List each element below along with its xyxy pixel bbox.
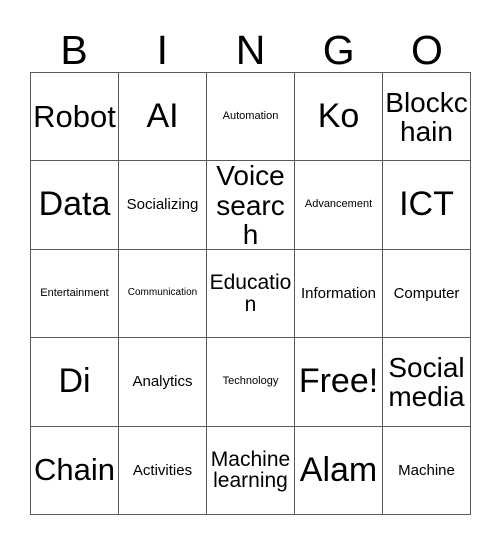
bingo-cell-label: Di — [58, 362, 91, 401]
bingo-cell-label: Activities — [132, 461, 193, 479]
bingo-cell-label: Technology — [222, 375, 279, 388]
bingo-header-letter-n: N — [235, 27, 266, 73]
bingo-cell[interactable]: Alam — [295, 426, 383, 516]
bingo-cell[interactable]: Di — [31, 338, 119, 427]
bingo-header-letter-g: G — [322, 27, 355, 73]
bingo-cell[interactable]: AI — [119, 73, 207, 162]
bingo-cell[interactable]: Entertainment — [31, 249, 119, 339]
bingo-cell[interactable]: Data — [31, 161, 119, 250]
bingo-cell-label: Machine — [398, 461, 455, 479]
bingo-cell-label: Analytics — [132, 373, 193, 391]
bingo-cell-label: Alam — [299, 450, 378, 489]
bingo-cell[interactable]: Ko — [295, 73, 383, 162]
bingo-cell-label: Information — [300, 284, 377, 302]
bingo-cell-label: Chain — [34, 452, 115, 488]
bingo-cell[interactable]: Advancement — [295, 161, 383, 250]
bingo-cell-label: Socializing — [126, 196, 199, 214]
bingo-cell[interactable]: Analytics — [119, 338, 207, 427]
bingo-cell[interactable]: Social media — [383, 338, 471, 427]
bingo-cell-label: Education — [209, 270, 292, 316]
bingo-row: Chain Activities Machine learning Alam Machi… — [31, 426, 471, 516]
bingo-cell[interactable]: Socializing — [119, 161, 207, 250]
bingo-cell[interactable]: Computer — [383, 249, 471, 339]
bingo-header-letter-b: B — [60, 27, 88, 73]
bingo-cell-label: AI — [146, 97, 179, 136]
bingo-cell[interactable]: Free! — [295, 338, 383, 427]
bingo-header-letter-i: I — [156, 27, 168, 73]
bingo-cell[interactable]: ICT — [383, 161, 471, 250]
bingo-cell-label: Advancement — [304, 198, 373, 211]
bingo-cell-label: Ko — [317, 97, 360, 136]
bingo-cell-label: Data — [38, 185, 111, 224]
bingo-row: Entertainment Communication Education Infor… — [31, 249, 471, 339]
bingo-cell-label: Computer — [393, 284, 460, 302]
bingo-grid: Robot AI Automation Ko Blockchain Data Sociali… — [30, 72, 471, 516]
bingo-cell-label: Entertainment — [40, 286, 109, 299]
bingo-cell[interactable]: Activities — [119, 426, 207, 516]
bingo-cell[interactable]: Chain — [31, 426, 119, 516]
bingo-header: BINGO — [30, 22, 471, 72]
bingo-cell[interactable]: Information — [295, 249, 383, 339]
bingo-cell[interactable]: Voice search — [207, 161, 295, 250]
bingo-cell-label: Social media — [388, 351, 465, 412]
bingo-row: Data Socializing Voice search Advancement IC… — [31, 161, 471, 250]
bingo-cell[interactable]: Automation — [207, 73, 295, 162]
bingo-header-letter-o: O — [410, 27, 443, 73]
bingo-cell-label: Communication — [127, 287, 198, 299]
bingo-cell[interactable]: Machine learning — [207, 426, 295, 516]
bingo-cell[interactable]: Education — [207, 249, 295, 339]
bingo-cell-label: Automation — [222, 109, 279, 122]
bingo-cell-label: Free! — [298, 362, 379, 401]
bingo-cell-label: Blockchain — [385, 86, 468, 147]
bingo-row: Robot AI Automation Ko Blockchain — [31, 73, 471, 162]
bingo-cell-label: Machine learning — [210, 447, 291, 493]
bingo-cell-label: Voice search — [216, 161, 285, 250]
bingo-cell[interactable]: Machine — [383, 426, 471, 516]
bingo-cell[interactable]: Robot — [31, 73, 119, 162]
bingo-cell-label: Robot — [33, 98, 116, 134]
bingo-card: B I N G O Robot AI Automation Ko Blockchain Data S… — [0, 0, 500, 544]
bingo-row: Di Analytics Technology Free! Social media — [31, 338, 471, 427]
bingo-cell-label: ICT — [399, 185, 454, 224]
bingo-cell[interactable]: Communication — [119, 249, 207, 339]
bingo-cell[interactable]: Blockchain — [383, 73, 471, 162]
bingo-cell[interactable]: Technology — [207, 338, 295, 427]
